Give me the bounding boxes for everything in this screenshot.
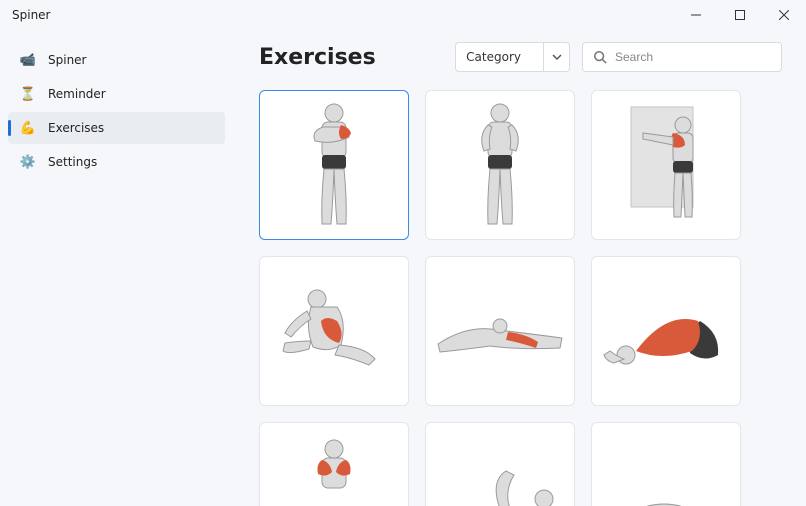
muscle-icon: 💪	[20, 120, 36, 136]
search-box[interactable]	[582, 42, 782, 72]
exercise-illustration	[445, 95, 555, 235]
chevron-down-icon	[543, 43, 569, 71]
search-input[interactable]	[615, 50, 771, 64]
hourglass-icon: ⏳	[20, 86, 36, 102]
exercise-illustration	[601, 95, 731, 235]
page-title: Exercises	[259, 45, 443, 70]
exercise-illustration	[430, 457, 570, 506]
maximize-button[interactable]	[718, 0, 762, 30]
category-select[interactable]: Category	[455, 42, 570, 72]
sidebar-item-label: Settings	[48, 155, 97, 169]
exercise-illustration	[279, 95, 389, 235]
minimize-icon	[691, 10, 701, 20]
exercise-illustration	[430, 296, 570, 366]
sidebar: 📹 Spiner ⏳ Reminder 💪 Exercises ⚙️ Setti…	[0, 30, 235, 506]
sidebar-item-settings[interactable]: ⚙️ Settings	[8, 146, 225, 178]
main-content: Exercises Category	[235, 30, 806, 506]
exercise-card[interactable]	[591, 90, 741, 240]
exercise-card[interactable]	[259, 90, 409, 240]
exercise-illustration	[596, 281, 736, 381]
sidebar-item-reminder[interactable]: ⏳ Reminder	[8, 78, 225, 110]
close-icon	[779, 10, 789, 20]
exercise-card[interactable]	[425, 256, 575, 406]
header-row: Exercises Category	[259, 42, 782, 72]
exercise-card[interactable]	[591, 422, 741, 506]
minimize-button[interactable]	[674, 0, 718, 30]
category-select-label: Category	[456, 43, 543, 71]
exercise-grid	[259, 90, 782, 506]
exercise-illustration	[279, 427, 389, 506]
sidebar-item-label: Exercises	[48, 121, 104, 135]
exercise-card[interactable]	[425, 90, 575, 240]
gear-icon: ⚙️	[20, 154, 36, 170]
search-icon	[593, 50, 607, 64]
app-body: 📹 Spiner ⏳ Reminder 💪 Exercises ⚙️ Setti…	[0, 30, 806, 506]
exercise-card[interactable]	[259, 256, 409, 406]
exercise-grid-container	[259, 90, 782, 506]
sidebar-item-label: Spiner	[48, 53, 87, 67]
window-controls	[674, 0, 806, 30]
window-title: Spiner	[12, 8, 51, 22]
maximize-icon	[735, 10, 745, 20]
exercise-card[interactable]	[425, 422, 575, 506]
exercise-card[interactable]	[259, 422, 409, 506]
camera-icon: 📹	[20, 52, 36, 68]
close-button[interactable]	[762, 0, 806, 30]
sidebar-item-label: Reminder	[48, 87, 106, 101]
exercise-illustration	[596, 452, 736, 506]
sidebar-item-spiner[interactable]: 📹 Spiner	[8, 44, 225, 76]
sidebar-item-exercises[interactable]: 💪 Exercises	[8, 112, 225, 144]
exercise-illustration	[269, 271, 399, 391]
exercise-card[interactable]	[591, 256, 741, 406]
title-bar: Spiner	[0, 0, 806, 30]
